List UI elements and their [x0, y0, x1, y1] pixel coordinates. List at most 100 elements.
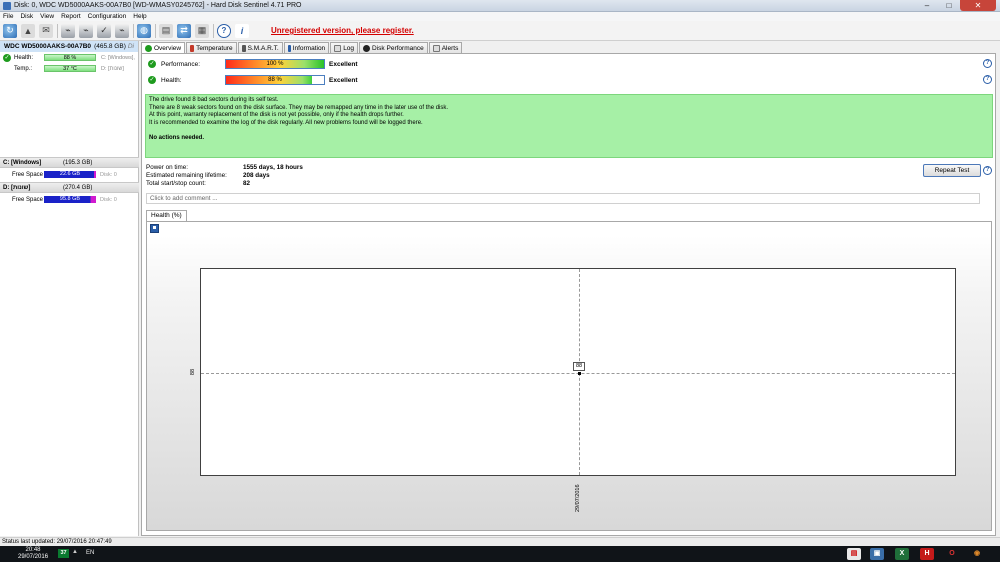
toolbar-separator [57, 23, 58, 38]
menu-help[interactable]: Help [130, 13, 150, 20]
menu-report[interactable]: Report [58, 13, 85, 20]
volume-disk: Disk: 0 [100, 196, 117, 203]
disk-temp-row: ✓ Temp.: 37 °C D: [שונות] [0, 63, 138, 74]
excel-task-icon[interactable]: X [895, 548, 909, 560]
disk-check-icon[interactable]: ✓ [97, 23, 111, 38]
disk-info: Power on time: 1555 days, 18 hours Estima… [146, 164, 303, 188]
health-graph-frame: 88 88 29/07/2016 [146, 221, 992, 531]
network-task-icon[interactable]: ▣ [870, 548, 884, 560]
repeat-test-button[interactable]: Repeat Test [923, 164, 981, 177]
disk-name: WDC WD5000AAKS-00A7B0 [4, 43, 92, 50]
menu-disk[interactable]: Disk [17, 13, 37, 20]
disk-index: Di [127, 43, 134, 50]
h-task-icon[interactable]: H [920, 548, 934, 560]
disk-list-panel: WDC WD5000AAKS-00A7B0 (465.8 GB) Di ✓ He… [0, 41, 139, 536]
log-icon [334, 44, 342, 52]
health-chart-plot: 88 [200, 268, 956, 476]
free-space-label: Free Space [12, 196, 44, 203]
disk-erase-icon[interactable]: ⌁ [115, 23, 129, 38]
help-icon[interactable]: ? [983, 59, 992, 68]
transfer-icon[interactable]: ⇄ [177, 23, 191, 38]
minimize-button[interactable]: – [916, 0, 938, 11]
tab-disk-performance[interactable]: Disk Performance [359, 42, 428, 53]
tab-label: Disk Performance [372, 44, 424, 52]
volume-name: D: [שונות] [3, 184, 31, 191]
volume-size: (270.4 GB) [63, 184, 93, 191]
menu-configuration[interactable]: Configuration [85, 13, 131, 20]
health-row: ✓ Health: 88 % Excellent [145, 74, 358, 86]
tray-temperature-icon[interactable]: 37 [58, 549, 69, 558]
data-point [578, 372, 581, 375]
performance-rating: Excellent [329, 60, 358, 68]
menu-file[interactable]: File [0, 13, 17, 20]
disk-test-icon[interactable]: ⌁ [61, 23, 75, 38]
firefox-task-icon[interactable]: ◉ [970, 548, 984, 560]
tab-information[interactable]: Information [283, 42, 330, 53]
volume-c-header[interactable]: C: [Windows] (195.3 GB) [0, 157, 139, 168]
overview-panel: ✓ Performance: 100 % Excellent ✓ Health:… [141, 53, 996, 536]
notice-line: There are 8 weak sectors found on the di… [149, 104, 449, 111]
window-title: Disk: 0, WDC WD5000AAKS-00A7B0 [WD-WMASY… [14, 2, 302, 9]
mail-icon[interactable]: ✉ [39, 23, 53, 38]
performance-label: Performance: [161, 60, 201, 68]
toolbar-separator [155, 23, 156, 38]
tab-label: Alerts [441, 44, 459, 52]
menu-view[interactable]: View [37, 13, 58, 20]
health-bar: 88 % [44, 54, 96, 61]
language-indicator[interactable]: EN [86, 550, 94, 556]
disk-header[interactable]: WDC WD5000AAKS-00A7B0 (465.8 GB) Di [0, 41, 138, 52]
report-icon[interactable]: ▦ [195, 23, 209, 38]
tab-label: Information [292, 44, 326, 52]
tab-alerts[interactable]: Alerts [428, 42, 463, 53]
tray-expand-icon[interactable]: ▲ [72, 549, 78, 555]
notice-line: The drive found 8 bad sectors during its… [149, 97, 279, 103]
volume-d-header[interactable]: D: [שונות] (270.4 GB) [0, 182, 139, 193]
help-icon[interactable]: ? [983, 166, 992, 175]
refresh-icon[interactable]: ↻ [3, 23, 17, 38]
info-icon [287, 44, 291, 52]
power-on-value: 1555 days, 18 hours [243, 164, 303, 171]
tab-label: Overview [154, 45, 182, 52]
toolbar: ↻ ▲ ✉ ⌁ ⌁ ✓ ⌁ ◍ ▤ ⇄ ▦ ? i Unregistered v… [0, 21, 1000, 41]
tab-temperature[interactable]: Temperature [186, 42, 237, 53]
toolbar-separator [133, 23, 134, 38]
tab-strip: Overview Temperature S.M.A.R.T. Informat… [141, 42, 463, 54]
health-rating: Excellent [329, 76, 358, 84]
health-label: Health: [161, 76, 182, 84]
save-icon[interactable] [150, 224, 159, 233]
temp-label: Temp.: [14, 65, 33, 72]
disk-test-2-icon[interactable]: ⌁ [79, 23, 93, 38]
temp-drive: D: [שונות] [101, 65, 124, 72]
tab-smart[interactable]: S.M.A.R.T. [237, 42, 283, 53]
close-button[interactable]: ✕ [960, 0, 996, 11]
gauge-icon [363, 44, 371, 52]
maximize-button[interactable]: □ [938, 0, 960, 11]
info-icon[interactable]: i [235, 23, 249, 38]
alert-icon[interactable]: ▲ [21, 23, 35, 38]
tab-label: Temperature [196, 44, 233, 52]
free-space-bar: 22.6 GB [44, 171, 96, 178]
opera-task-icon[interactable]: O [945, 548, 959, 560]
hds-task-icon[interactable]: ▤ [847, 548, 861, 560]
tab-health-graph[interactable]: Health (%) [146, 210, 187, 221]
document-icon[interactable]: ▤ [159, 23, 173, 38]
taskbar-clock[interactable]: 20:48 29/07/2016 [18, 547, 48, 561]
unregistered-link[interactable]: Unregistered version, please register. [271, 26, 414, 35]
data-label: 88 [573, 362, 586, 371]
globe-icon[interactable]: ◍ [137, 23, 151, 38]
app-icon [3, 1, 11, 10]
window-controls: – □ ✕ [916, 0, 996, 11]
temp-bar: 37 °C [44, 65, 96, 72]
comment-field[interactable]: Click to add comment ... [146, 193, 980, 204]
ok-check-icon [145, 45, 152, 52]
free-space-label: Free Space [12, 171, 44, 178]
volume-d-free-row: Free Space 95.8 GB Disk: 0 [0, 194, 139, 205]
help-icon[interactable]: ? [983, 75, 992, 84]
menu-bar: File Disk View Report Configuration Help [0, 12, 1000, 21]
notice-line: At this point, warranty replacement of t… [149, 112, 404, 118]
tab-log[interactable]: Log [330, 42, 359, 53]
ok-check-icon: ✓ [3, 53, 11, 62]
toolbar-separator [213, 23, 214, 38]
help-icon[interactable]: ? [217, 23, 231, 38]
y-tick-label: 88 [190, 368, 197, 376]
